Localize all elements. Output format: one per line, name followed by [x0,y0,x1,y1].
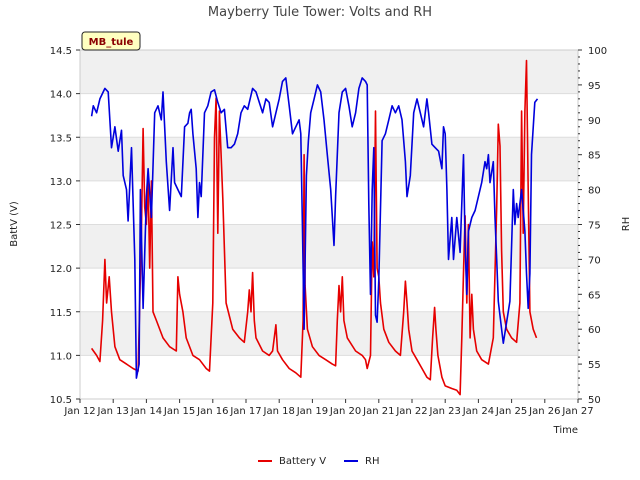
grid-band [80,50,578,94]
x-tick-label: Jan 16 [196,406,228,417]
x-tick-label: Jan 21 [362,406,394,417]
x-axis-label: Time [553,425,578,436]
y2-tick-label: 75 [588,221,601,232]
y2-tick-label: 60 [588,325,601,336]
x-tick-label: Jan 15 [163,406,195,417]
y-tick-label: 14.5 [50,46,72,57]
legend-label-battery-v: Battery V [279,456,326,467]
y-tick-label: 13.5 [50,133,72,144]
x-tick-label: Jan 22 [395,406,427,417]
y2-tick-label: 100 [588,46,607,57]
y-tick-label: 11.0 [50,351,72,362]
x-tick-label: Jan 18 [263,406,295,417]
x-tick-label: Jan 25 [495,406,527,417]
y-tick-label: 11.5 [50,308,72,319]
y2-tick-label: 55 [588,360,601,371]
y-axis-right: 50 55 60 65 70 75 80 85 90 95 100 [578,46,607,406]
x-tick-label: Jan 13 [97,406,129,417]
legend-label-rh: RH [365,456,379,467]
chart: Jan 12 Jan 13 Jan 14 Jan 15 Jan 16 Jan 17 Jan … [9,5,632,467]
x-tick-label: Jan 23 [429,406,461,417]
y2-axis-label: RH [621,217,632,231]
station-badge: MB_tule [81,31,141,51]
y-tick-label: 10.5 [50,395,72,406]
chart-title: Mayberry Tule Tower: Volts and RH [208,5,432,20]
grid-bands [80,49,578,400]
y-tick-label: 14.0 [50,90,72,101]
x-tick-label: Jan 26 [528,406,560,417]
y2-tick-label: 90 [588,116,601,127]
x-tick-label: Jan 14 [130,406,162,417]
y2-tick-label: 65 [588,290,601,301]
grid-band [80,224,578,269]
x-tick-label: Jan 20 [329,406,361,417]
y-axis-left: 10.5 11.0 11.5 12.0 12.5 13.0 13.5 14.0 14.5 [50,46,80,406]
y-tick-label: 13.0 [50,177,72,188]
station-badge-label: MB_tule [89,37,134,48]
x-tick-label: Jan 27 [561,406,593,417]
x-tick-label: Jan 12 [63,406,95,417]
y2-tick-label: 95 [588,81,601,92]
legend: Battery V RH [258,456,379,467]
y2-tick-label: 85 [588,151,601,162]
x-tick-label: Jan 17 [229,406,261,417]
y2-tick-label: 50 [588,395,601,406]
y-tick-label: 12.0 [50,264,72,275]
y-tick-label: 12.5 [50,221,72,232]
y2-tick-label: 70 [588,255,601,266]
x-tick-label: Jan 19 [296,406,328,417]
x-axis: Jan 12 Jan 13 Jan 14 Jan 15 Jan 16 Jan 17 Jan … [63,399,594,417]
y2-tick-label: 80 [588,186,601,197]
x-tick-label: Jan 24 [462,406,494,417]
y-axis-label: BattV (V) [9,201,20,247]
